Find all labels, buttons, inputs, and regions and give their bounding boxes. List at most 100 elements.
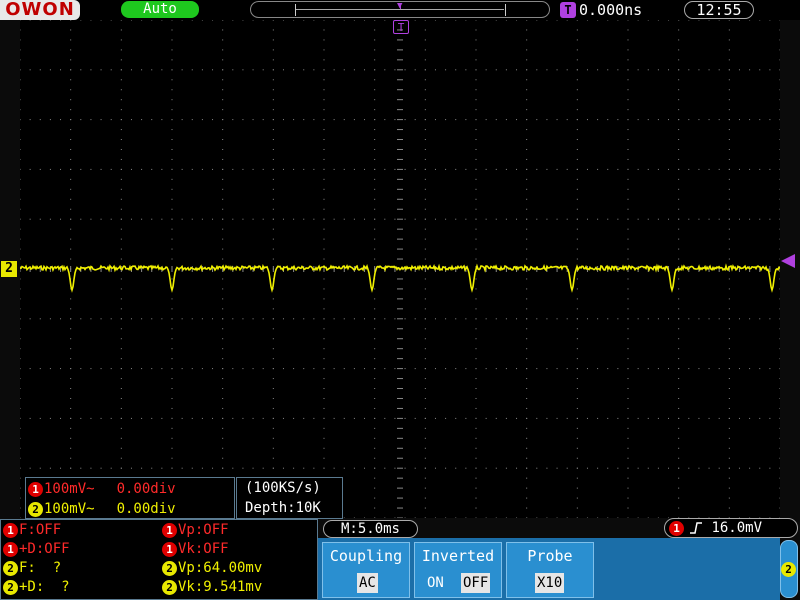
grid-dot [668,20,670,21]
grid-dot [678,348,680,350]
grid-dot [252,318,254,320]
grid-dot [171,208,173,210]
grid-dot [323,238,325,240]
grid-dot [293,318,295,320]
grid-dot [536,318,538,320]
grid-dot [70,238,72,240]
trigger-readout[interactable]: 1 16.0mV [664,518,798,538]
grid-dot [20,119,21,121]
probe-value: X10 [535,573,565,593]
grid-dot [627,318,629,320]
channel-2-ground-marker[interactable]: 2 [1,261,17,277]
grid-dot [576,368,578,370]
grid-dot [536,119,538,121]
grid-dot [576,238,578,240]
grid-dot [141,318,143,320]
grid-dot [627,397,629,399]
grid-dot [526,457,528,459]
grid-dot [272,447,274,449]
grid-dot [576,129,578,131]
grid-dot [282,417,284,419]
grid-dot [70,198,72,200]
grid-dot [475,348,477,350]
inverted-button[interactable]: Inverted ON OFF [414,542,502,598]
grid-dot [424,119,426,121]
grid-dot [60,417,62,419]
coupling-button[interactable]: Coupling AC [322,542,410,598]
grid-dot [434,119,436,121]
grid-dot [424,278,426,280]
timebase-readout[interactable]: M:5.0ms [323,520,418,538]
grid-dot [424,148,426,150]
grid-dot [434,168,436,170]
grid-dot [546,20,548,21]
grid-dot [120,467,122,469]
grid-dot [171,298,173,300]
grid-dot [120,129,122,131]
grid-dot [323,308,325,310]
grid-dot [495,69,497,71]
grid-dot [475,79,477,81]
inverted-on-option: ON [427,575,444,591]
grid-dot [364,168,366,170]
grid-dot [495,20,497,21]
trigger-time-marker[interactable]: T [393,20,409,34]
grid-dot [526,49,528,51]
trigger-mode-badge[interactable]: Auto [121,1,199,18]
grid-dot [323,59,325,61]
grid-dot [49,20,51,21]
grid-dot [526,69,528,71]
grid-dot [20,208,21,210]
grid-dot [627,148,629,150]
grid-dot [728,248,730,250]
grid-dot [120,358,122,360]
grid-dot [769,168,771,170]
grid-dot [70,168,72,170]
grid-dot [20,278,21,280]
grid-dot [434,20,436,21]
grid-dot [576,119,578,121]
grid-dot [526,168,528,170]
channel-2-scale: 100mV~ [44,501,95,517]
grid-dot [475,20,477,21]
grid-dot [374,358,376,360]
probe-button[interactable]: Probe X10 [506,542,594,598]
grid-dot [272,129,274,131]
grid-dot [120,298,122,300]
grid-dot [749,417,751,419]
grid-dot [29,20,31,21]
menu-channel-indicator: 2 [781,559,797,577]
grid-dot [232,69,234,71]
grid-dot [323,168,325,170]
grid-dot [394,318,396,320]
grid-dot [272,218,274,220]
trigger-level-marker-icon[interactable] [781,254,795,268]
grid-dot [627,348,629,350]
grid-dot [70,49,72,51]
grid-dot [627,238,629,240]
grid-dot [576,298,578,300]
grid-dot [627,198,629,200]
grid-dot [404,417,406,419]
grid-dot [678,99,680,101]
grid-dot [374,437,376,439]
grid-dot [120,178,122,180]
grid-dot [120,228,122,230]
grid-dot [222,248,224,250]
grid-dot [151,318,153,320]
grid-dot [647,168,649,170]
grid-dot [475,228,477,230]
grid-dot [29,119,31,121]
grid-dot [70,248,72,250]
grid-dot [353,517,355,518]
grid-dot [759,467,761,469]
grid-dot [424,397,426,399]
grid-dot [20,397,21,399]
grid-dot [728,139,730,141]
grid-dot [364,20,366,21]
grid-dot [201,417,203,419]
grid-dot [171,89,173,91]
grid-dot [272,388,274,390]
grid-dot [627,139,629,141]
grid-dot [262,69,264,71]
